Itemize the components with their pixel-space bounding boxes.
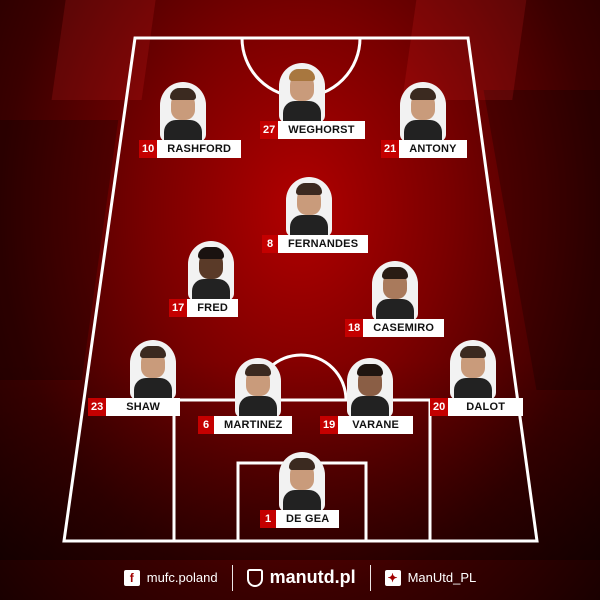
player-number: 20	[430, 398, 449, 416]
player-tag: 21 ANTONY	[381, 140, 467, 158]
player-number: 17	[169, 299, 188, 317]
site-link[interactable]: manutd.pl	[233, 565, 370, 591]
player-tag: 18 CASEMIRO	[345, 319, 445, 337]
player-tag: 1 DE GEA	[260, 510, 340, 528]
player-tag: 20 DALOT	[430, 398, 524, 416]
player-name: WEGHORST	[278, 121, 365, 139]
player-name: DALOT	[448, 398, 524, 416]
player-photo	[188, 241, 234, 301]
player-tag: 17 FRED	[169, 299, 238, 317]
facebook-icon: f	[123, 569, 140, 586]
player-photo	[130, 340, 176, 400]
lineup-graphic: 10 RASHFORD 27 WEGHORST 21 ANTONY 8 FERN…	[0, 0, 600, 600]
player-name: MARTINEZ	[214, 416, 293, 434]
player-tag: 6 MARTINEZ	[198, 416, 293, 434]
player-tag: 27 WEGHORST	[260, 121, 365, 139]
player-name: CASEMIRO	[363, 319, 445, 337]
player-name: VARANE	[338, 416, 414, 434]
player-number: 21	[381, 140, 400, 158]
player-number: 10	[139, 140, 158, 158]
player-photo	[160, 82, 206, 142]
facebook-link[interactable]: f mufc.poland	[110, 565, 232, 591]
player-tag: 10 RASHFORD	[139, 140, 242, 158]
player-card-rashford: 10 RASHFORD	[123, 82, 243, 192]
player-name: FERNANDES	[278, 235, 369, 253]
player-name: FRED	[187, 299, 238, 317]
player-photo	[279, 63, 325, 123]
player-number: 19	[320, 416, 339, 434]
player-name: SHAW	[106, 398, 181, 416]
site-name: manutd.pl	[269, 567, 356, 587]
player-card-degea: 1 DE GEA	[242, 452, 362, 562]
player-tag: 23 SHAW	[88, 398, 181, 416]
footer-bar: f mufc.poland manutd.pl ✦ ManUtd_PL	[0, 555, 600, 600]
twitter-handle: ManUtd_PL	[407, 570, 477, 585]
player-card-antony: 21 ANTONY	[363, 82, 483, 192]
player-photo	[279, 452, 325, 512]
player-number: 23	[88, 398, 107, 416]
player-card-shaw: 23 SHAW	[88, 340, 213, 450]
player-number: 1	[260, 510, 276, 528]
twitter-link[interactable]: ✦ ManUtd_PL	[371, 565, 491, 591]
player-name: ANTONY	[399, 140, 467, 158]
player-photo	[235, 358, 281, 418]
player-photo	[450, 340, 496, 400]
player-tag: 19 VARANE	[320, 416, 414, 434]
player-photo	[286, 177, 332, 237]
player-number: 27	[260, 121, 279, 139]
player-card-weghorst: 27 WEGHORST	[242, 63, 365, 173]
player-photo	[372, 261, 418, 321]
player-name: DE GEA	[276, 510, 340, 528]
player-photo	[347, 358, 393, 418]
player-card-fred: 17 FRED	[151, 241, 271, 351]
crest-icon	[246, 568, 263, 587]
facebook-handle: mufc.poland	[146, 570, 218, 585]
twitter-icon: ✦	[384, 569, 401, 586]
player-number: 6	[198, 416, 214, 434]
player-photo	[400, 82, 446, 142]
player-card-dalot: 20 DALOT	[413, 340, 533, 450]
player-tag: 8 FERNANDES	[262, 235, 369, 253]
player-name: RASHFORD	[157, 140, 242, 158]
player-number: 18	[345, 319, 364, 337]
